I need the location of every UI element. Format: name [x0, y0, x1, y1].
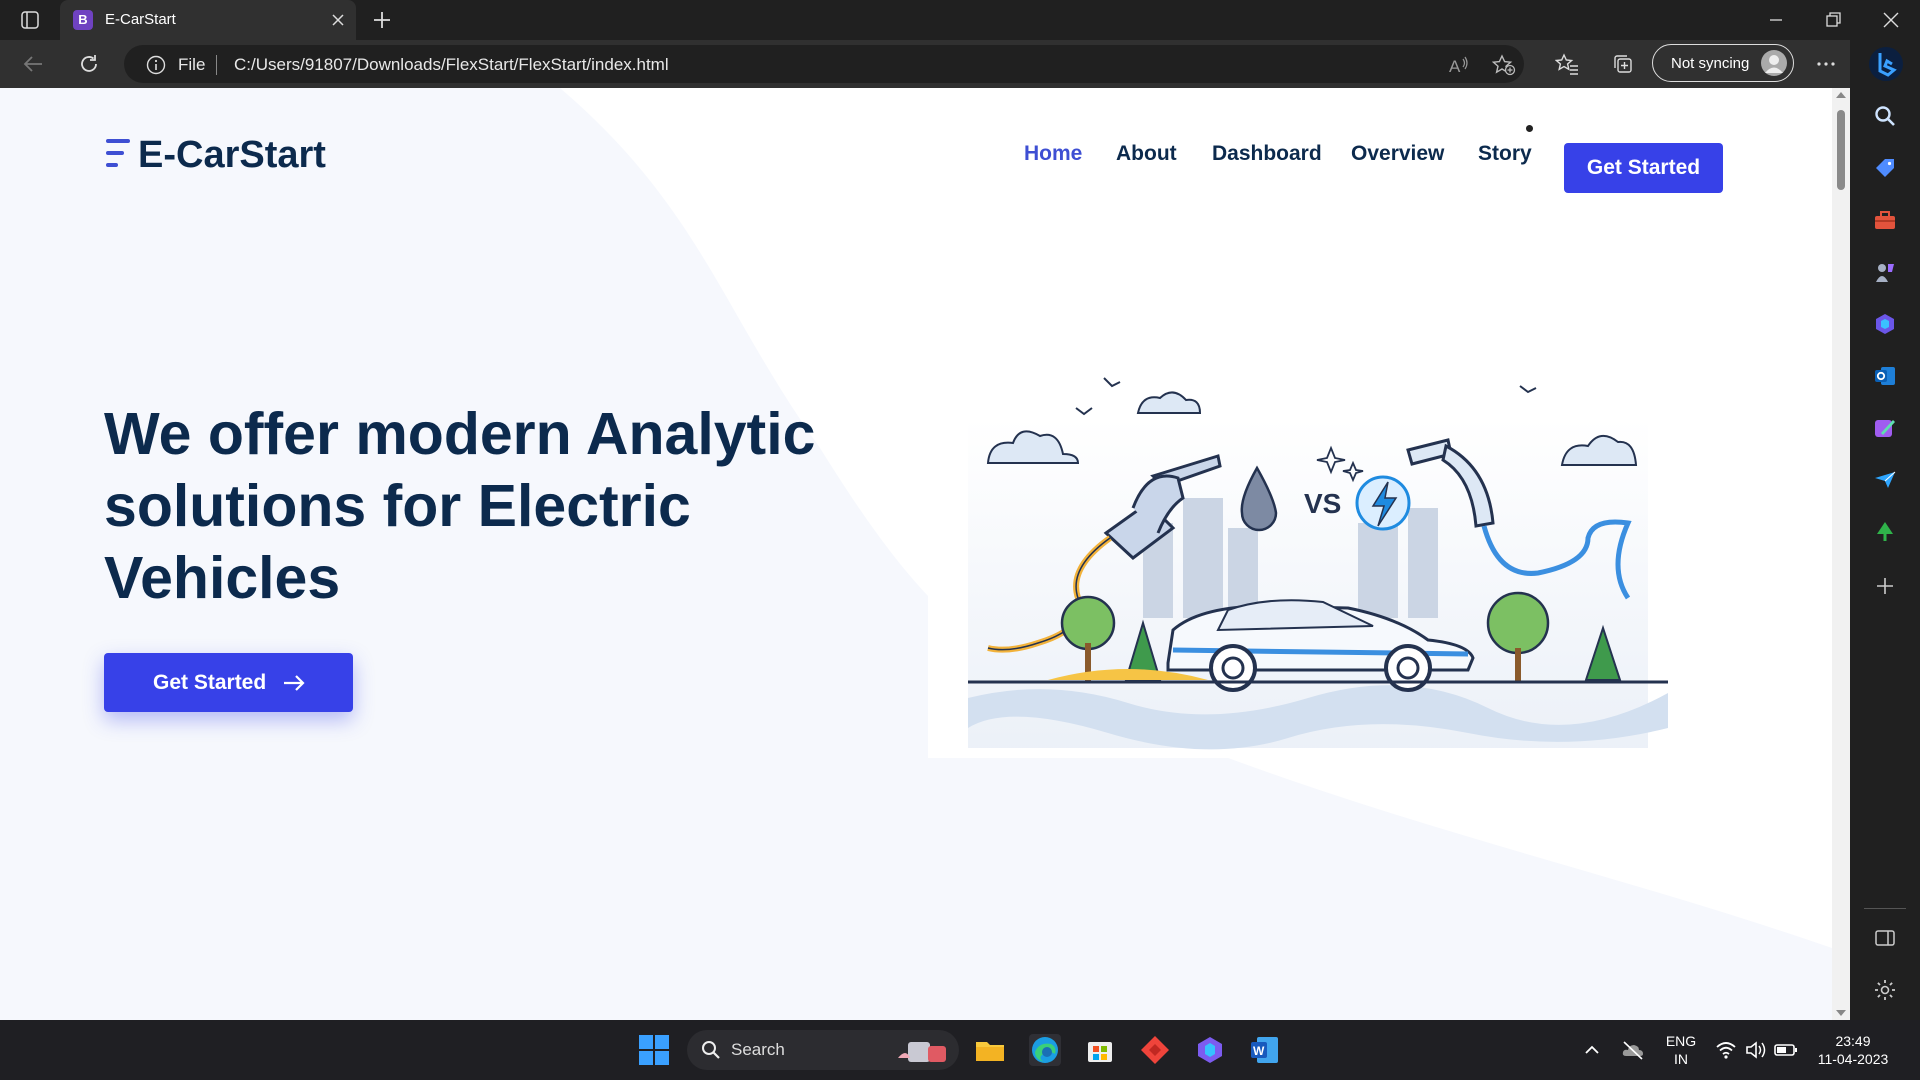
taskbar-search[interactable]: Search — [687, 1030, 959, 1070]
new-tab-icon[interactable] — [372, 10, 392, 30]
volume-icon[interactable] — [1745, 1040, 1767, 1060]
region-code: IN — [1674, 1051, 1688, 1067]
bing-chat-icon[interactable] — [1868, 45, 1904, 83]
edge-browser-icon[interactable] — [1029, 1034, 1061, 1066]
restore-icon[interactable] — [1825, 10, 1841, 30]
add-sidebar-app-icon[interactable] — [1873, 574, 1897, 598]
tree-icon[interactable] — [1873, 520, 1897, 544]
nav-about[interactable]: About — [1116, 142, 1177, 166]
svg-text:W: W — [1253, 1044, 1265, 1058]
start-windows-icon[interactable] — [638, 1034, 670, 1066]
tab-actions-icon[interactable] — [21, 11, 39, 29]
word-icon[interactable]: W — [1249, 1034, 1281, 1066]
language-code: ENG — [1665, 1033, 1697, 1049]
wifi-icon[interactable] — [1715, 1040, 1737, 1060]
browser-tab-bar: B E-CarStart — [0, 0, 1920, 40]
tray-chevron-up-icon[interactable] — [1582, 1040, 1602, 1060]
arrow-right-icon — [284, 675, 305, 691]
back-icon[interactable] — [22, 53, 44, 75]
hero-get-started-button[interactable]: Get Started — [104, 653, 353, 712]
more-options-icon[interactable] — [1815, 53, 1837, 75]
nav-story[interactable]: Story — [1478, 142, 1532, 166]
profile-sync-button[interactable]: Not syncing — [1652, 44, 1794, 82]
copilot-icon[interactable] — [1873, 312, 1897, 336]
hero-title: We offer modern Analytic solutions for E… — [104, 401, 816, 611]
logo-bars-icon — [106, 139, 130, 167]
webpage-viewport: E-CarStart Home About Dashboard Overview… — [0, 88, 1850, 1020]
logo-text: E-CarStart — [138, 134, 326, 176]
tools-icon[interactable] — [1873, 208, 1897, 232]
sync-label: Not syncing — [1671, 55, 1750, 72]
nav-overview[interactable]: Overview — [1351, 142, 1444, 166]
windows-taskbar: Search W ENG IN 23:49 11-04-2023 — [0, 1020, 1920, 1080]
favorites-icon[interactable] — [1555, 53, 1579, 75]
clock[interactable]: 23:49 11-04-2023 — [1812, 1032, 1894, 1068]
search-label: Search — [731, 1040, 785, 1059]
file-explorer-icon[interactable] — [974, 1034, 1006, 1066]
avatar — [1761, 50, 1787, 76]
nav-get-started-button[interactable]: Get Started — [1564, 143, 1723, 193]
settings-gear-icon[interactable] — [1873, 978, 1897, 1002]
vs-text: VS — [1304, 488, 1341, 519]
lightning-bolt-icon — [1355, 475, 1411, 531]
sidebar-divider — [1864, 908, 1906, 909]
read-aloud-icon[interactable]: A — [1448, 54, 1470, 76]
browser-sidebar — [1850, 40, 1920, 1020]
tab-title: E-CarStart — [105, 11, 176, 28]
address-toolbar: File C:/Users/91807/Downloads/FlexStart/… — [0, 40, 1920, 88]
url-separator — [216, 55, 217, 75]
games-icon[interactable] — [1873, 260, 1897, 284]
search-icon — [702, 1041, 720, 1059]
clock-time: 23:49 — [1835, 1033, 1871, 1049]
url-scheme-label: File — [178, 55, 206, 74]
outlook-icon[interactable] — [1873, 364, 1897, 388]
send-icon[interactable] — [1873, 468, 1897, 492]
add-favorite-icon[interactable] — [1492, 54, 1516, 76]
search-icon[interactable] — [1873, 104, 1897, 128]
split-screen-icon[interactable] — [1873, 926, 1897, 950]
hero-button-label: Get Started — [153, 671, 267, 694]
shopping-tag-icon[interactable] — [1873, 156, 1897, 180]
tab-favicon: B — [73, 10, 93, 30]
microsoft-store-icon[interactable] — [1084, 1034, 1116, 1066]
tab-close-icon[interactable] — [330, 12, 346, 28]
search-highlight-icon — [898, 1042, 946, 1062]
url-text[interactable]: C:/Users/91807/Downloads/FlexStart/FlexS… — [234, 55, 669, 75]
close-window-icon[interactable] — [1882, 10, 1900, 30]
anydesk-icon[interactable] — [1139, 1034, 1171, 1066]
nav-home[interactable]: Home — [1024, 142, 1082, 166]
minimize-icon[interactable] — [1768, 10, 1784, 30]
cursor-dot — [1526, 125, 1533, 132]
copilot-app-icon[interactable] — [1194, 1034, 1226, 1066]
collections-icon[interactable] — [1612, 53, 1634, 75]
info-icon[interactable] — [146, 55, 166, 75]
url-bar[interactable]: File C:/Users/91807/Downloads/FlexStart/… — [124, 45, 1524, 83]
refresh-icon[interactable] — [78, 53, 100, 75]
language-indicator[interactable]: ENG IN — [1662, 1032, 1700, 1068]
battery-icon[interactable] — [1774, 1041, 1798, 1059]
ev-vs-fuel-illustration: VS — [928, 358, 1700, 758]
page-scrollbar[interactable] — [1832, 88, 1850, 1020]
svg-text:A: A — [1449, 57, 1461, 76]
designer-icon[interactable] — [1873, 416, 1897, 440]
browser-tab-active[interactable]: B E-CarStart — [60, 0, 356, 40]
onedrive-offline-icon[interactable] — [1621, 1040, 1645, 1060]
nav-dashboard[interactable]: Dashboard — [1212, 142, 1322, 166]
clock-date: 11-04-2023 — [1817, 1051, 1889, 1067]
